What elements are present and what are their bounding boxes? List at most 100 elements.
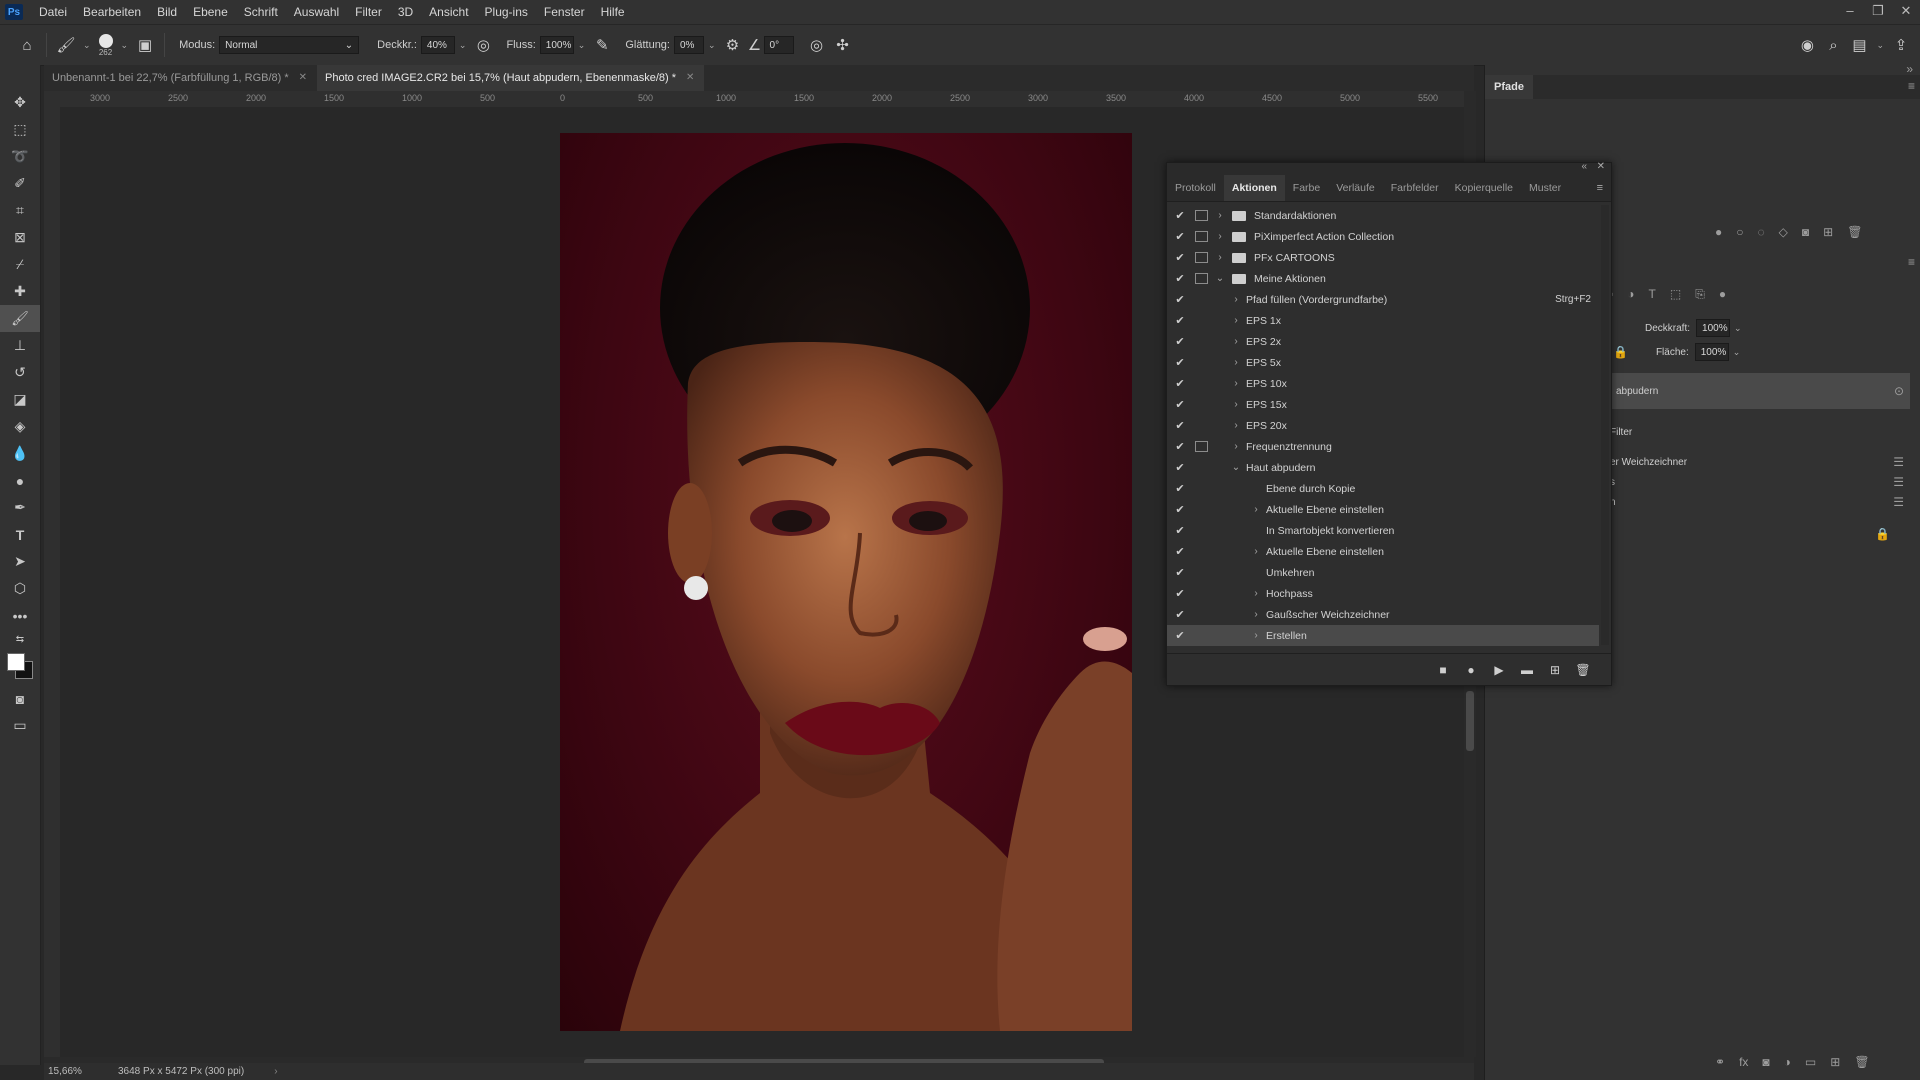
adjustment-layer-icon[interactable]: ◑ xyxy=(1784,1055,1791,1069)
brush-tool-icon[interactable]: 🖌 xyxy=(0,305,40,332)
filter-options-icon[interactable]: ☰ xyxy=(1893,475,1904,489)
ruler-vertical[interactable] xyxy=(44,107,61,1057)
toggle-dialog-icon[interactable] xyxy=(1195,546,1208,557)
chevron-right-icon[interactable]: › xyxy=(1230,378,1242,389)
toggle-dialog-icon[interactable] xyxy=(1195,420,1208,431)
tab-verlaeufe[interactable]: Verläufe xyxy=(1328,175,1383,201)
quick-select-tool-icon[interactable]: ✐ xyxy=(0,170,40,197)
toggle-item-checkmark-icon[interactable]: ✔ xyxy=(1173,293,1187,306)
action-set-row[interactable]: ✔ ⌄ Meine Aktionen xyxy=(1167,268,1599,289)
menu-fenster[interactable]: Fenster xyxy=(536,5,593,19)
trash-icon[interactable]: 🗑 xyxy=(1847,225,1862,239)
lock-icon[interactable]: 🔒 xyxy=(1613,345,1628,359)
toggle-item-checkmark-icon[interactable]: ✔ xyxy=(1173,503,1187,516)
ruler-horizontal[interactable]: 3000 2500 2000 1500 1000 500 0 500 1000 … xyxy=(44,91,1474,108)
filter-options-icon[interactable]: ☰ xyxy=(1893,455,1904,469)
panel-menu-icon[interactable]: ≡ xyxy=(1597,182,1603,194)
action-row[interactable]: ✔ › EPS 2x xyxy=(1167,331,1599,352)
close-icon[interactable]: ✕ xyxy=(1892,0,1920,24)
pressure-size-icon[interactable]: ◎ xyxy=(804,32,830,58)
chevron-right-icon[interactable]: › xyxy=(274,1066,277,1077)
smartobject-filter-icon[interactable]: ⎘ xyxy=(1695,287,1705,302)
filter-options-icon[interactable]: ☰ xyxy=(1893,495,1904,509)
new-set-folder-icon[interactable]: ▬ xyxy=(1513,663,1541,677)
restore-icon[interactable]: ❐ xyxy=(1864,0,1892,24)
layer-opacity-input[interactable]: 100% xyxy=(1696,319,1731,337)
action-row[interactable]: ✔ ⌄ Haut abpudern xyxy=(1167,457,1599,478)
move-tool-icon[interactable]: ✥ xyxy=(0,89,40,116)
search-icon[interactable]: ⌕ xyxy=(1820,32,1846,58)
lasso-tool-icon[interactable]: ➰ xyxy=(0,143,40,170)
toggle-item-checkmark-icon[interactable]: ✔ xyxy=(1173,608,1187,621)
action-row[interactable]: ✔ › Frequenztrennung xyxy=(1167,436,1599,457)
smart-filter-item[interactable]: s ☰ xyxy=(1610,471,1910,493)
collapse-icon[interactable]: « xyxy=(1581,161,1587,172)
toggle-item-checkmark-icon[interactable]: ✔ xyxy=(1173,335,1187,348)
close-icon[interactable]: ✕ xyxy=(1597,161,1605,172)
menu-3d[interactable]: 3D xyxy=(390,5,421,19)
panel-menu-icon[interactable]: ≡ xyxy=(1908,255,1915,269)
type-filter-icon[interactable]: T xyxy=(1649,287,1656,302)
new-path-icon[interactable]: ⊞ xyxy=(1823,225,1833,239)
menu-bild[interactable]: Bild xyxy=(149,5,185,19)
toggle-dialog-icon[interactable] xyxy=(1195,609,1208,620)
fill-path-icon[interactable]: ● xyxy=(1715,225,1722,239)
toggle-item-checkmark-icon[interactable]: ✔ xyxy=(1173,524,1187,537)
action-step-row[interactable]: ✔ › Erstellen xyxy=(1167,625,1599,646)
action-row[interactable]: ✔ › Pfad füllen (Vordergrundfarbe) Strg+F2 xyxy=(1167,289,1599,310)
smart-filter-item[interactable]: n ☰ xyxy=(1610,491,1910,513)
toggle-item-checkmark-icon[interactable]: ✔ xyxy=(1173,356,1187,369)
toggle-dialog-icon[interactable] xyxy=(1195,525,1208,536)
chevron-down-icon[interactable]: ⌄ xyxy=(1734,323,1742,334)
pressure-opacity-icon[interactable]: ◎ xyxy=(470,32,496,58)
toggle-dialog-icon[interactable] xyxy=(1195,336,1208,347)
toggle-dialog-icon[interactable] xyxy=(1195,252,1208,263)
swap-colors-icon[interactable]: ⇆ xyxy=(0,629,40,649)
toggle-item-checkmark-icon[interactable]: ✔ xyxy=(1173,587,1187,600)
action-step-row[interactable]: ✔ Ebene durch Kopie xyxy=(1167,478,1599,499)
toggle-dialog-icon[interactable] xyxy=(1195,357,1208,368)
new-action-icon[interactable]: ⊞ xyxy=(1541,663,1569,677)
fx-icon[interactable]: fx xyxy=(1739,1055,1748,1069)
toggle-item-checkmark-icon[interactable]: ✔ xyxy=(1173,629,1187,642)
actions-scrollbar[interactable] xyxy=(1601,205,1609,645)
toggle-dialog-icon[interactable] xyxy=(1195,378,1208,389)
action-step-row[interactable]: ✔ › Aktuelle Ebene einstellen xyxy=(1167,541,1599,562)
add-mask-icon[interactable]: ◙ xyxy=(1762,1055,1769,1069)
chevron-down-icon[interactable]: ⌄ xyxy=(1230,462,1242,473)
quick-mask-icon[interactable]: ◙ xyxy=(0,685,40,712)
stamp-tool-icon[interactable]: ⊥ xyxy=(0,332,40,359)
chevron-down-icon[interactable]: ⌄ xyxy=(708,40,716,51)
stroke-path-icon[interactable]: ○ xyxy=(1736,225,1743,239)
tab-protokoll[interactable]: Protokoll xyxy=(1167,175,1224,201)
color-swatches[interactable] xyxy=(0,649,40,685)
paint-bucket-tool-icon[interactable]: ◈ xyxy=(0,413,40,440)
chevron-right-icon[interactable]: › xyxy=(1250,504,1262,515)
scrollbar-thumb[interactable] xyxy=(1466,691,1474,751)
new-layer-icon[interactable]: ⊞ xyxy=(1830,1055,1840,1069)
type-tool-icon[interactable]: T xyxy=(0,521,40,548)
chevron-down-icon[interactable]: ⌄ xyxy=(1214,273,1226,284)
brush-tool-preset-icon[interactable]: 🖌 xyxy=(53,32,79,58)
shape-tool-icon[interactable]: ⬡ xyxy=(0,575,40,602)
toggle-dialog-icon[interactable] xyxy=(1195,231,1208,242)
folder-icon[interactable]: ▭ xyxy=(1805,1055,1816,1069)
adjustment-filter-icon[interactable]: ◑ xyxy=(1627,287,1634,302)
toggle-dialog-icon[interactable] xyxy=(1195,315,1208,326)
tab-farbe[interactable]: Farbe xyxy=(1285,175,1328,201)
chevron-right-icon[interactable]: › xyxy=(1214,231,1226,242)
gear-icon[interactable]: ⚙ xyxy=(720,32,746,58)
toggle-item-checkmark-icon[interactable]: ✔ xyxy=(1173,251,1187,264)
brush-settings-icon[interactable]: ▣ xyxy=(132,32,158,58)
smart-filters-row[interactable]: Filter xyxy=(1610,421,1910,443)
toggle-item-checkmark-icon[interactable]: ✔ xyxy=(1173,419,1187,432)
foreground-color-swatch[interactable] xyxy=(7,653,25,671)
make-path-icon[interactable]: ◇ xyxy=(1779,225,1788,239)
toggle-dialog-icon[interactable] xyxy=(1195,399,1208,410)
stop-icon[interactable]: ■ xyxy=(1429,663,1457,677)
action-step-row[interactable]: ✔ In Smartobjekt konvertieren xyxy=(1167,520,1599,541)
link-icon[interactable]: ⚭ xyxy=(1715,1055,1725,1069)
chevron-right-icon[interactable]: › xyxy=(1230,315,1242,326)
toggle-item-checkmark-icon[interactable]: ✔ xyxy=(1173,482,1187,495)
filter-toggle-icon[interactable]: ● xyxy=(1719,287,1726,302)
